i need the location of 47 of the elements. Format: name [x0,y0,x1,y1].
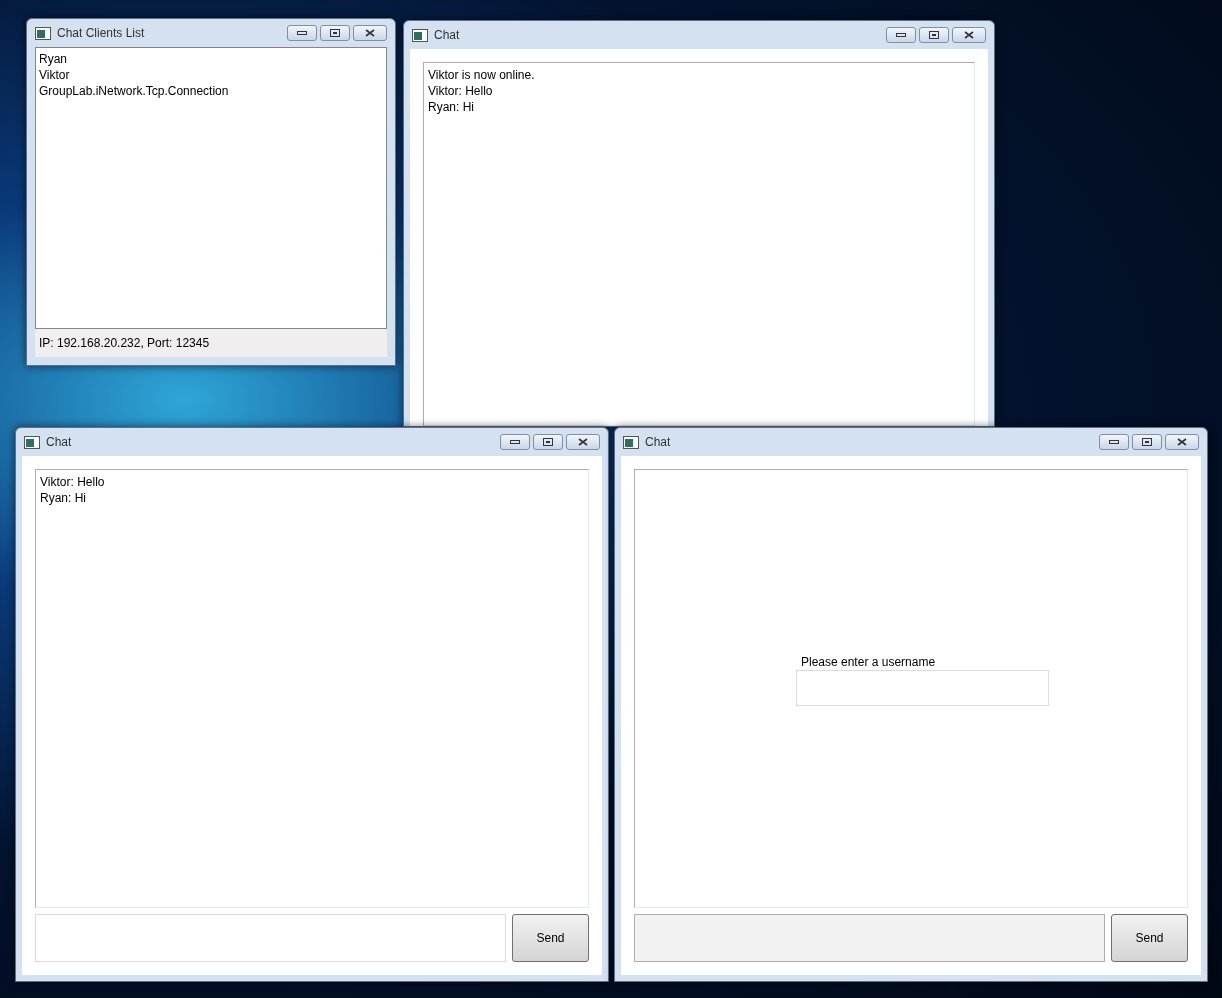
close-icon [1177,438,1187,446]
close-button[interactable] [353,25,387,41]
close-button[interactable] [952,27,986,43]
message-field[interactable] [35,914,506,962]
server-address-text: IP: 192.168.20.232, Port: 12345 [39,335,210,352]
minimize-button[interactable] [1099,434,1129,450]
close-button[interactable] [1165,434,1199,450]
minimize-button[interactable] [886,27,916,43]
minimize-button[interactable] [500,434,530,450]
close-icon [365,29,375,37]
chat-message: Ryan: Hi [428,99,474,115]
maximize-icon [330,29,340,37]
window-app-icon [24,435,40,449]
window-title: Chat Clients List [57,25,145,42]
close-button[interactable] [566,434,600,450]
maximize-icon [1142,438,1152,446]
chat-message: Ryan: Hi [40,490,86,506]
chat-message: Viktor is now online. [428,67,535,83]
window-app-icon [623,435,639,449]
close-icon [964,31,974,39]
window-app-icon [35,26,51,40]
maximize-button[interactable] [533,434,563,450]
window-title: Chat [46,434,72,451]
send-button[interactable]: Send [512,914,589,962]
minimize-icon [510,440,520,444]
window-title: Chat [645,434,671,451]
client-list-item[interactable]: Ryan [39,51,67,67]
maximize-icon [929,31,939,39]
minimize-icon [896,33,906,37]
minimize-icon [1109,440,1119,444]
client-list-item[interactable]: Viktor [39,67,70,83]
send-button[interactable]: Send [1111,914,1188,962]
clients-list[interactable]: Ryan Viktor GroupLab.iNetwork.Tcp.Connection [35,47,387,329]
username-field[interactable] [796,670,1049,706]
window-app-icon [412,28,428,42]
chat-message: Viktor: Hello [40,474,105,490]
maximize-button[interactable] [1132,434,1162,450]
maximize-button[interactable] [320,25,350,41]
window-title: Chat [434,27,460,44]
username-label: Please enter a username [800,654,937,670]
maximize-icon [543,438,553,446]
close-icon [578,438,588,446]
maximize-button[interactable] [919,27,949,43]
minimize-icon [297,31,307,35]
chat-message: Viktor: Hello [428,83,493,99]
client-list-item[interactable]: GroupLab.iNetwork.Tcp.Connection [39,83,229,99]
minimize-button[interactable] [287,25,317,41]
